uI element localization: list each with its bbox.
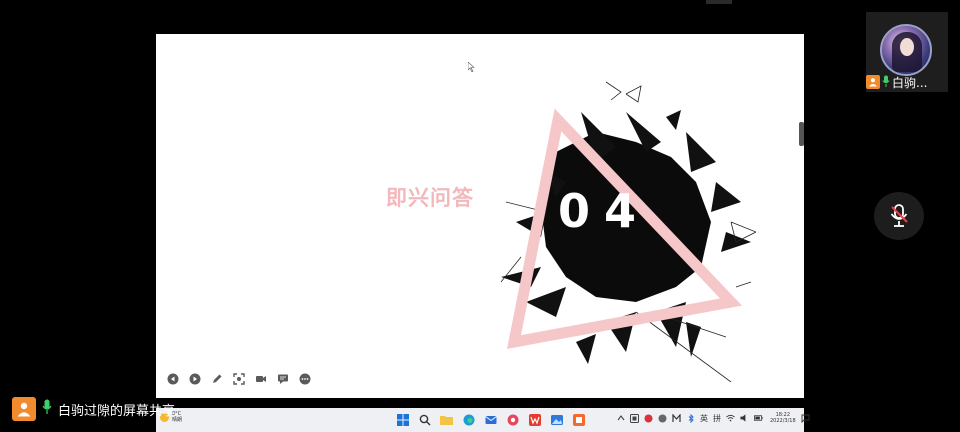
comment-icon[interactable] <box>276 372 290 386</box>
share-label: 白驹过隙的屏幕共享 <box>58 403 176 419</box>
tray-app-gray-icon[interactable] <box>658 414 667 423</box>
app-icon-red[interactable] <box>504 411 521 428</box>
scroll-handle[interactable] <box>799 122 804 146</box>
photos-icon[interactable] <box>548 411 565 428</box>
wifi-icon[interactable] <box>726 414 735 423</box>
notification-icon[interactable] <box>801 414 810 423</box>
system-tray: 英 拼 18:22 2022/3/18 <box>616 412 810 424</box>
participant-name: 白驹... <box>892 75 928 90</box>
volume-icon[interactable] <box>740 414 749 423</box>
avatar <box>880 24 932 76</box>
presenter-badge-icon <box>12 397 36 421</box>
battery-icon[interactable] <box>754 414 763 423</box>
start-icon[interactable] <box>394 411 411 428</box>
mouse-cursor-icon <box>468 62 475 72</box>
participant-tile[interactable]: 白驹... <box>866 12 948 92</box>
ime-language[interactable]: 英 <box>700 413 708 424</box>
screenshot-icon[interactable] <box>232 372 246 386</box>
taskbar-apps <box>394 411 587 428</box>
prev-slide-icon[interactable] <box>166 372 180 386</box>
wps-office-icon[interactable] <box>526 411 543 428</box>
next-slide-icon[interactable] <box>188 372 202 386</box>
tray-app-icon[interactable] <box>630 413 639 423</box>
ime-mode[interactable]: 拼 <box>713 413 721 424</box>
camera-icon[interactable] <box>254 372 268 386</box>
screen-share-indicator: 白驹过隙的屏幕共享 <box>12 396 175 422</box>
top-window-tab <box>706 0 732 4</box>
clock-date: 2022/3/18 <box>770 418 796 424</box>
tray-app-red-icon[interactable] <box>644 414 653 423</box>
mail-icon[interactable] <box>482 411 499 428</box>
slide-title: 即兴问答 <box>386 186 474 210</box>
bluetooth-icon[interactable] <box>686 413 695 423</box>
mic-muted-icon <box>890 204 908 227</box>
more-options-icon[interactable] <box>298 372 312 386</box>
chevron-up-icon[interactable] <box>616 414 625 423</box>
mic-on-icon <box>882 73 890 92</box>
mute-toggle-button[interactable] <box>874 192 924 240</box>
slideshow-controls <box>166 372 312 388</box>
file-explorer-icon[interactable] <box>438 411 455 428</box>
host-badge-icon <box>866 75 880 89</box>
search-icon[interactable] <box>416 411 433 428</box>
section-number: 04 <box>558 184 651 238</box>
pen-icon[interactable] <box>210 372 224 386</box>
taskbar-clock[interactable]: 18:22 2022/3/18 <box>770 412 796 424</box>
shared-slide: 即兴问答 04 <box>156 34 804 398</box>
edge-browser-icon[interactable] <box>460 411 477 428</box>
slides-app-icon[interactable] <box>570 411 587 428</box>
tray-app-dark-icon[interactable] <box>672 413 681 423</box>
taskbar: 8°C 晴朗 英 拼 18:22 2022/3/18 <box>156 408 810 432</box>
mic-on-icon <box>42 399 52 419</box>
participant-footer: 白驹... <box>866 74 948 90</box>
